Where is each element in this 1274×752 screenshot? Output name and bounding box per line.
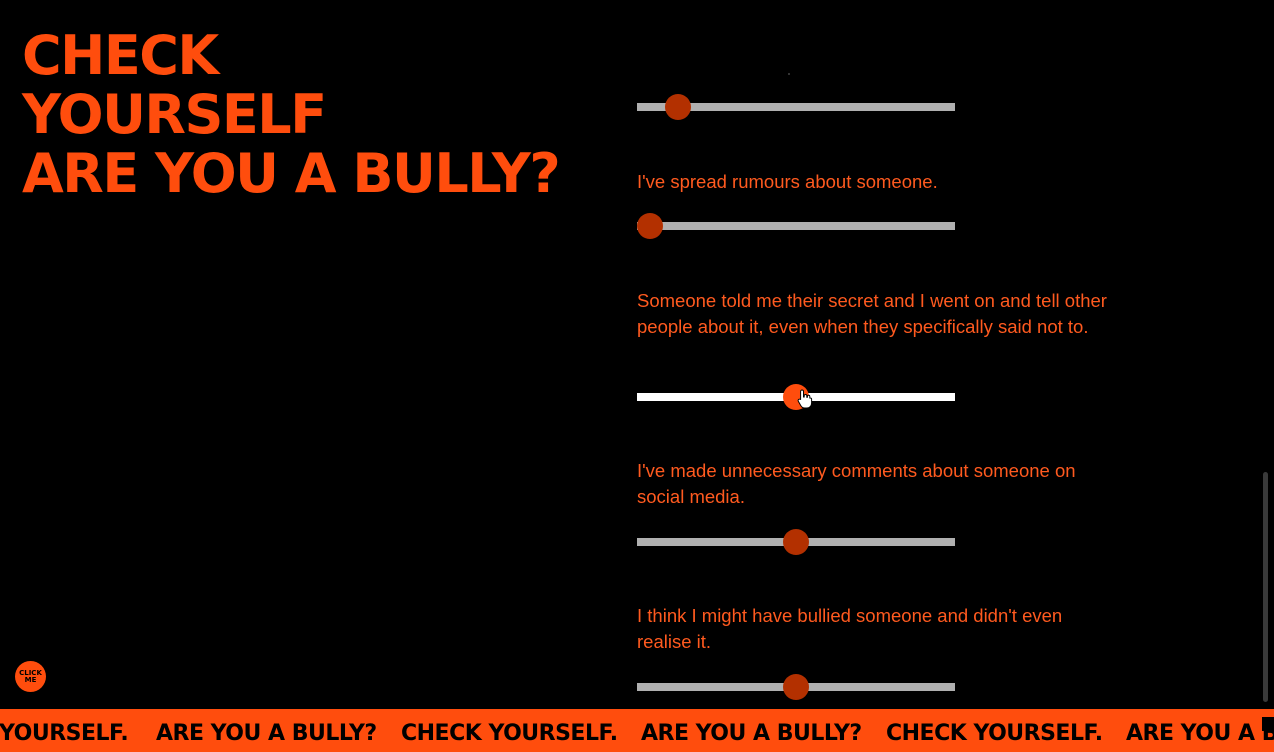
slider-thumb[interactable] xyxy=(783,529,809,555)
click-me-button[interactable]: CLICK ME xyxy=(15,661,46,692)
decorative-dot xyxy=(788,73,790,75)
hand-cursor-icon xyxy=(797,389,813,409)
title-line-1: CHECK xyxy=(22,24,219,87)
question-item: I've made unnecessary comments about som… xyxy=(637,458,1137,555)
title-line-2: YOURSELF xyxy=(22,83,327,146)
question-text: I've made unnecessary comments about som… xyxy=(637,460,1076,507)
answer-slider[interactable] xyxy=(637,94,955,120)
question-text: I've spread rumours about someone. xyxy=(637,171,938,192)
slider-track[interactable] xyxy=(637,222,955,230)
slider-thumb[interactable] xyxy=(636,213,663,239)
answer-slider[interactable] xyxy=(637,674,955,700)
marquee-item: CHECK YOURSELF. xyxy=(886,721,1103,746)
title-line-3: ARE YOU A BULLY? xyxy=(22,142,561,205)
slider-thumb[interactable] xyxy=(783,674,809,700)
question-item: I've spread rumours about someone. xyxy=(636,169,1137,239)
marquee-item: YOURSELF. xyxy=(0,721,129,746)
question-item: I think I might have bullied someone and… xyxy=(637,603,1137,700)
question-text: I think I might have bullied someone and… xyxy=(637,605,1063,652)
page-title: CHECK YOURSELF ARE YOU A BULLY? xyxy=(22,24,561,205)
marquee-item: CHECK YOURSELF. xyxy=(401,721,618,746)
answer-slider[interactable] xyxy=(636,213,955,239)
marquee-edge-mark xyxy=(1262,717,1274,731)
marquee-item: ARE YOU A BULLY? xyxy=(641,721,862,746)
marquee-item: ARE YOU A B xyxy=(1126,721,1274,746)
scrollbar[interactable] xyxy=(1263,472,1268,702)
marquee-item: ARE YOU A BULLY? xyxy=(156,721,377,746)
marquee-banner: YOURSELF. ARE YOU A BULLY? CHECK YOURSEL… xyxy=(0,709,1274,752)
question-text: Someone told me their secret and I went … xyxy=(637,290,1107,337)
answer-slider[interactable] xyxy=(637,384,955,410)
answer-slider[interactable] xyxy=(637,529,955,555)
question-item: Someone told me their secret and I went … xyxy=(637,288,1137,410)
slider-thumb[interactable] xyxy=(665,94,692,120)
